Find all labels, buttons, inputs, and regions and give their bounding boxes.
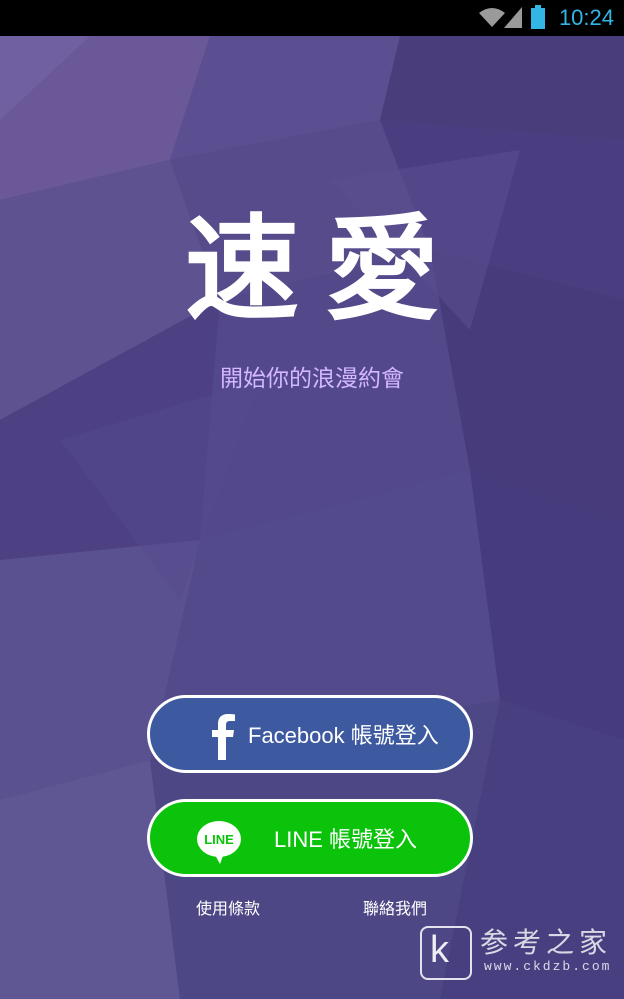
status-bar: 10:24 [0,0,624,36]
line-login-button[interactable]: LINE LINE 帳號登入 [147,799,473,877]
line-icon-text: LINE [204,832,234,847]
watermark-text: 参考之家 [480,926,613,959]
facebook-login-button[interactable]: Facebook 帳號登入 [147,695,473,773]
watermark: k 参考之家 www.ckdzb.com [418,924,624,986]
facebook-icon [212,714,235,760]
battery-icon [531,5,545,29]
app-logo-title: 速愛 [184,203,465,336]
signal-icon [504,7,522,28]
watermark-letter: k [430,929,449,971]
status-time: 10:24 [558,5,614,30]
line-login-label: LINE 帳號登入 [274,827,418,852]
terms-of-use-link[interactable]: 使用條款 [196,898,260,920]
contact-us-link[interactable]: 聯絡我們 [363,898,427,920]
watermark-url: www.ckdzb.com [484,959,612,974]
line-icon: LINE [197,821,241,864]
facebook-login-label: Facebook 帳號登入 [248,723,439,748]
app-tagline: 開始你的浪漫約會 [220,366,404,392]
wifi-icon [479,8,505,27]
